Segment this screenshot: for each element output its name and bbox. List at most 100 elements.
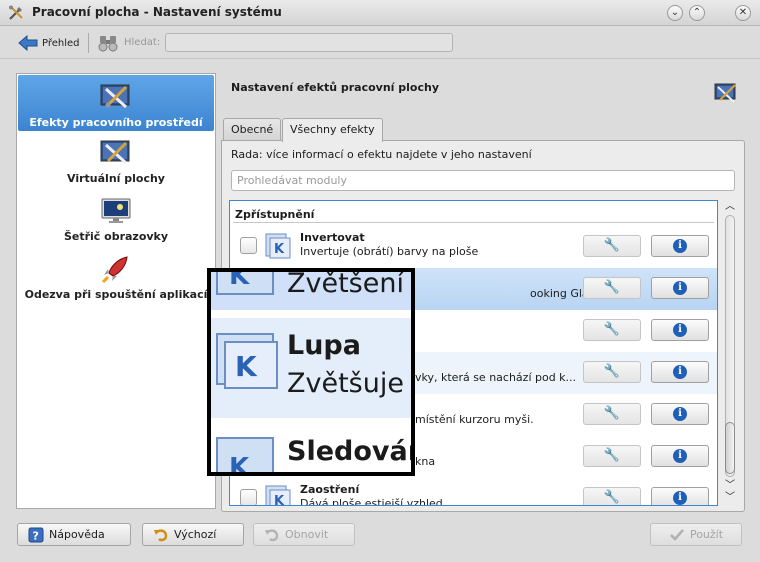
info-icon: i <box>673 323 687 337</box>
zoom-row: K Zvětšení o <box>211 268 411 310</box>
desktop-effects-icon <box>100 84 130 109</box>
reset-label: Obnovit <box>285 528 329 541</box>
effect-row-sharpen[interactable]: K Zaostření Dává ploše estiejší vzhled 🔧… <box>230 478 717 506</box>
info-icon: i <box>673 449 687 463</box>
configure-button[interactable]: 🔧 <box>583 403 641 425</box>
configure-button[interactable]: 🔧 <box>583 445 641 467</box>
toolbar: Přehled Hledat: <box>0 27 760 59</box>
list-scrollbar[interactable]: ︿ ﹀ ﹀ <box>722 200 738 506</box>
wrench-icon: 🔧 <box>603 448 621 463</box>
configure-button[interactable]: 🔧 <box>583 487 641 505</box>
overview-button[interactable]: Přehled <box>18 32 80 54</box>
configure-button[interactable]: 🔧 <box>583 361 641 383</box>
kde-plugin-icon: K <box>265 485 291 506</box>
search-input[interactable] <box>165 33 453 52</box>
svg-text:K: K <box>274 494 285 506</box>
defaults-button[interactable]: Výchozí <box>142 523 244 546</box>
search-label: Hledat: <box>124 37 161 48</box>
about-button[interactable]: i <box>651 277 709 299</box>
toolbar-separator <box>88 33 89 53</box>
category-list: Efekty pracovního prostředí Virtuální pl… <box>16 73 216 509</box>
zoom-text: Zvětšení o <box>287 268 415 299</box>
binoculars-icon <box>98 36 118 52</box>
category-launch-feedback[interactable]: Odezva při spouštění aplikací <box>18 255 214 307</box>
overview-label: Přehled <box>42 37 80 49</box>
zoom-text: Zvětšuje o <box>287 368 415 399</box>
configure-button[interactable]: 🔧 <box>583 277 641 299</box>
about-button[interactable]: i <box>651 235 709 257</box>
configure-button[interactable]: 🔧 <box>583 319 641 341</box>
kde-plugin-icon: K <box>216 437 274 472</box>
category-label: Efekty pracovního prostředí <box>29 116 203 129</box>
minimize-button[interactable]: ⌄ <box>667 5 683 21</box>
zoom-text: Sledován <box>287 436 415 467</box>
svg-text:?: ? <box>33 529 39 542</box>
group-header: Zpřístupnění <box>235 208 315 221</box>
checkmark-icon <box>670 528 684 541</box>
arrow-left-icon <box>18 34 38 52</box>
window-title: Pracovní plocha - Nastavení systému <box>32 5 282 19</box>
window-titlebar: Pracovní plocha - Nastavení systému ⌄ ⌃ … <box>0 0 760 26</box>
effect-description: Invertuje (obrátí) barvy na ploše <box>300 245 479 258</box>
magnifier-overlay: K Zvětšení o K Lupa Zvětšuje o K Sledová… <box>207 268 415 476</box>
effect-checkbox[interactable] <box>240 237 257 254</box>
about-button[interactable]: i <box>651 361 709 383</box>
tab-general[interactable]: Obecné <box>223 118 282 141</box>
module-search-input[interactable]: Prohledávat moduly <box>231 170 735 191</box>
maximize-button[interactable]: ⌃ <box>689 5 705 21</box>
svg-text:K: K <box>229 268 250 291</box>
category-virtual-desktops[interactable]: Virtuální plochy <box>18 139 214 191</box>
help-icon: ? <box>28 527 44 542</box>
scroll-down-arrow[interactable]: ﹀ <box>724 492 736 504</box>
effect-row-invert[interactable]: K Invertovat Invertuje (obrátí) barvy na… <box>230 226 717 268</box>
screensaver-icon <box>101 198 131 223</box>
about-button[interactable]: i <box>651 319 709 341</box>
category-screensaver[interactable]: Šetřič obrazovky <box>18 197 214 249</box>
svg-text:K: K <box>274 242 285 257</box>
scroll-down-arrow[interactable]: ﹀ <box>724 480 736 492</box>
tab-all-effects[interactable]: Všechny efekty <box>282 118 383 142</box>
rocket-icon <box>101 256 128 283</box>
info-icon: i <box>673 239 687 253</box>
about-button[interactable]: i <box>651 487 709 505</box>
about-button[interactable]: i <box>651 445 709 467</box>
info-icon: i <box>673 365 687 379</box>
info-icon: i <box>673 491 687 505</box>
close-button[interactable]: ✕ <box>735 5 751 21</box>
virtual-desktops-icon <box>100 140 130 165</box>
about-button[interactable]: i <box>651 403 709 425</box>
help-label: Nápověda <box>49 528 105 541</box>
kde-plugin-icon: K <box>216 333 278 389</box>
zoom-text: Lupa <box>287 330 361 361</box>
wrench-icon: 🔧 <box>603 364 621 379</box>
wrench-icon: 🔧 <box>603 322 621 337</box>
info-icon: i <box>673 281 687 295</box>
category-label: Šetřič obrazovky <box>63 230 169 243</box>
apply-button[interactable]: Použít <box>650 523 742 546</box>
category-desktop-effects[interactable]: Efekty pracovního prostředí <box>18 75 214 131</box>
hint-text: Rada: více informací o efektu najdete v … <box>231 148 532 161</box>
reset-icon <box>265 528 279 541</box>
svg-text:K: K <box>235 350 258 383</box>
desktop-effects-icon <box>714 83 736 103</box>
zoom-row: K Lupa Zvětšuje o <box>211 318 411 418</box>
wrench-icon: 🔧 <box>603 238 621 253</box>
undo-arrow-icon <box>154 528 168 541</box>
effect-name: Zaostření <box>300 483 360 496</box>
effect-description: kna <box>415 455 436 468</box>
tools-icon <box>9 5 23 20</box>
kde-plugin-icon: K <box>216 268 274 295</box>
wrench-icon: 🔧 <box>603 280 621 295</box>
reset-button[interactable]: Obnovit <box>253 523 355 546</box>
scroll-thumb[interactable] <box>725 422 735 474</box>
help-button[interactable]: ? Nápověda <box>17 523 131 546</box>
zoom-row: K Sledován <box>211 422 411 472</box>
effect-description: Dává ploše estiejší vzhled <box>300 497 443 506</box>
configure-button[interactable]: 🔧 <box>583 235 641 257</box>
scroll-up-arrow[interactable]: ︿ <box>724 201 736 213</box>
category-label: Virtuální plochy <box>67 172 165 185</box>
defaults-label: Výchozí <box>174 528 217 541</box>
effect-checkbox[interactable] <box>240 489 257 505</box>
wrench-icon: 🔧 <box>603 406 621 421</box>
group-divider <box>233 222 714 223</box>
